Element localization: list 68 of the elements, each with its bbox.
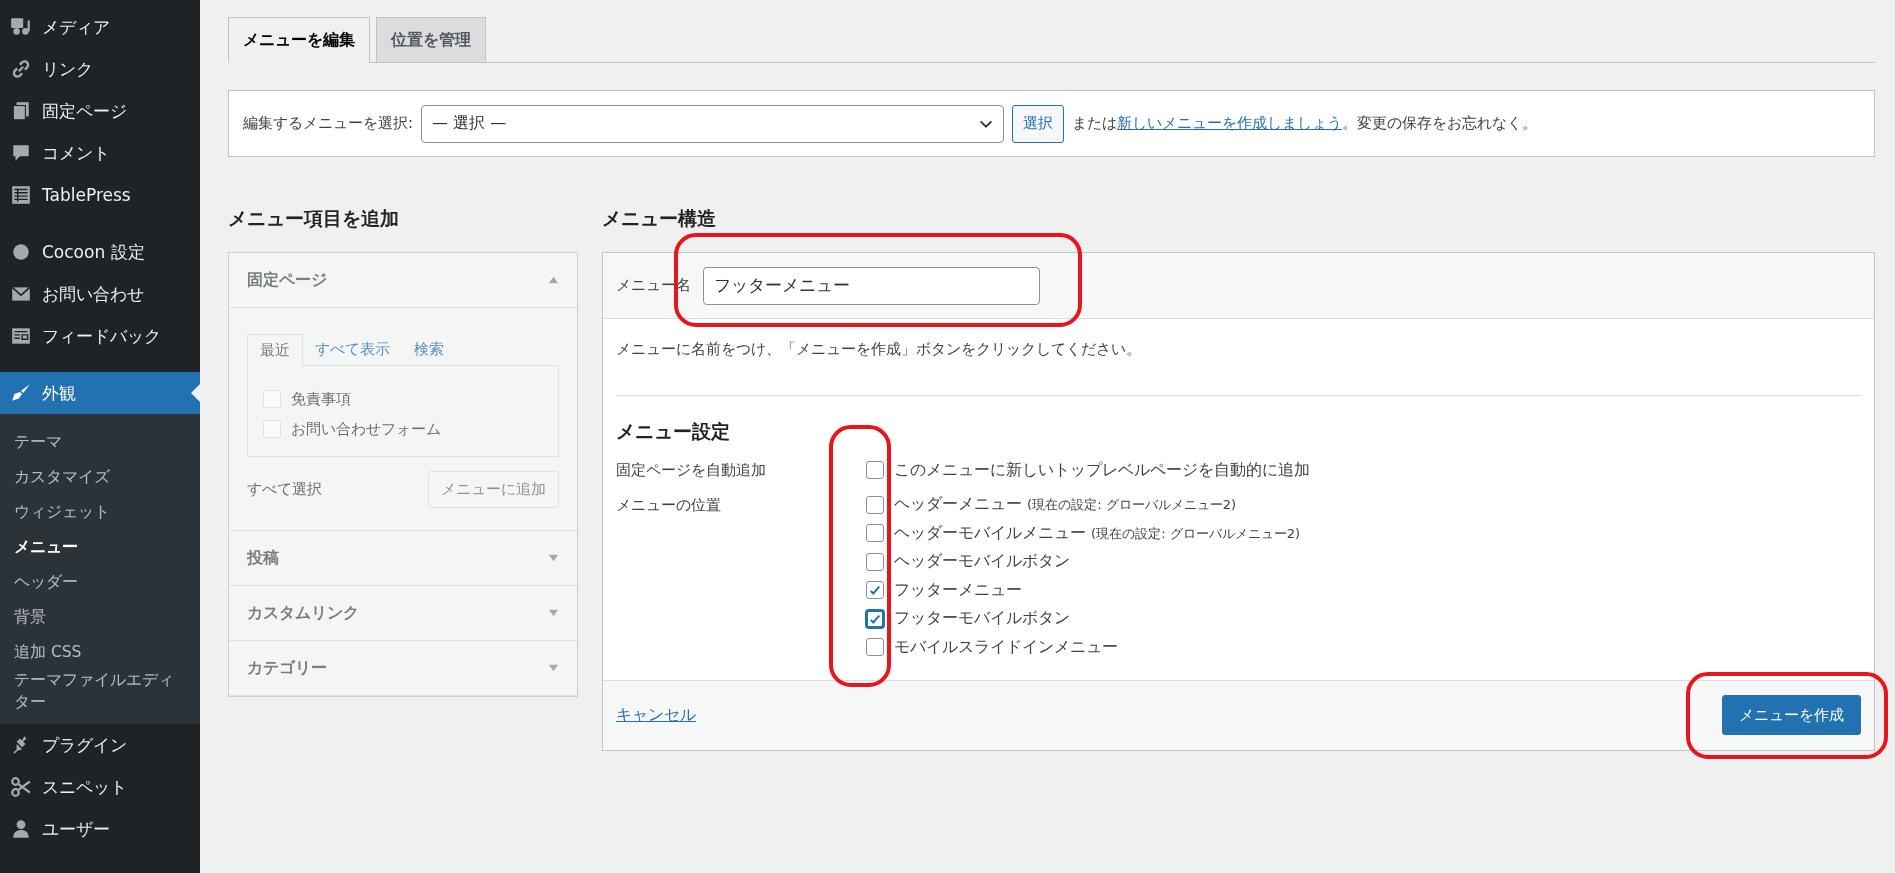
menu-name-field[interactable]: フッターメニュー [703,266,1040,305]
circle-icon [10,241,32,263]
submenu-item[interactable]: テーマファイルエディター [0,669,200,713]
sidebar-item[interactable]: コメント [0,132,200,174]
link-icon [10,58,32,80]
checkbox-label: ヘッダーモバイルボタン [894,551,1070,573]
triangle-down-icon [548,663,559,673]
section-heading: メニュー構造 [602,206,717,231]
settings-heading: メニュー設定 [616,419,731,444]
checkmark-icon [868,612,882,625]
submenu-item[interactable]: ヘッダー [0,564,200,599]
tab[interactable]: 位置を管理 [376,17,486,63]
checkbox-label: ヘッダーメニュー (現在の設定: グローバルメニュー2) [894,494,1237,516]
current-page-pointer [191,384,200,402]
submenu-item[interactable]: ウィジェット [0,494,200,529]
checkbox-label: フッターモバイルボタン [894,608,1070,630]
table-icon [10,184,32,206]
tab[interactable]: メニューを編集 [228,17,370,63]
create-menu-hint: または新しいメニューを作成しましょう。変更の保存をお忘れなく。 [1072,114,1538,133]
select-label: 編集するメニューを選択: [243,114,414,133]
triangle-up-icon [548,275,559,285]
sidebar-item[interactable]: プラグイン [0,724,200,766]
checkbox-label: このメニューに新しいトップレベルページを自動的に追加 [894,459,1310,481]
sidebar-item[interactable]: Cocoon 設定 [0,231,200,273]
pages-icon [10,100,32,122]
submenu-item[interactable]: カスタマイズ [0,459,200,494]
checkbox[interactable] [866,524,884,543]
cancel-link[interactable]: キャンセル [616,704,696,726]
triangle-down-icon [548,553,559,563]
create-menu-link[interactable]: 新しいメニューを作成しましょう [1117,114,1343,132]
checkbox[interactable] [866,495,884,514]
checkbox[interactable] [866,461,884,480]
form-icon [10,325,32,347]
user-icon [10,818,32,840]
sidebar-item[interactable]: 固定ページ [0,90,200,132]
checkbox-label: お問い合わせフォーム [291,419,441,439]
submenu-item[interactable]: 背景 [0,599,200,634]
media-icon [10,16,32,38]
menu-dropdown[interactable]: — 選択 — [421,104,1005,143]
section-heading: メニュー項目を追加 [228,206,400,231]
select-button[interactable]: 選択 [1012,104,1065,143]
sidebar-item[interactable]: ユーザー [0,808,200,850]
instruction-text: メニューに名前をつけ、「メニューを作成」ボタンをクリックしてください。 [616,340,1142,360]
scissors-icon [10,776,32,798]
checkbox[interactable] [866,638,884,657]
checkbox-label: モバイルスライドインメニュー [894,636,1118,658]
submenu-item[interactable]: テーマ [0,424,200,459]
sidebar-item[interactable]: フィードバック [0,315,200,357]
create-menu-button[interactable]: メニューを作成 [1722,695,1861,735]
checkbox[interactable] [866,581,884,600]
checkmark-icon [868,584,882,597]
sidebar-item[interactable]: スニペット [0,766,200,808]
sidebar-item[interactable]: 外観 [0,372,200,414]
checkbox-label: ヘッダーモバイルメニュー (現在の設定: グローバルメニュー2) [894,522,1301,544]
checkbox-label: 免責事項 [291,389,351,409]
sidebar-item[interactable]: お問い合わせ [0,273,200,315]
sidebar-item[interactable]: メディア [0,6,200,48]
setting-label: 固定ページを自動追加 [616,460,767,481]
submenu-item[interactable]: メニュー [0,529,200,564]
checkbox[interactable] [866,552,884,571]
sidebar-item[interactable]: TablePress [0,174,200,216]
triangle-down-icon [548,608,559,618]
sidebar-item[interactable]: リンク [0,48,200,90]
submenu-item[interactable]: 追加 CSS [0,634,200,669]
setting-label: メニューの位置 [616,494,722,516]
checkbox-label: フッターメニュー [894,579,1022,601]
paintbrush-icon [10,382,32,404]
checkbox[interactable] [866,609,884,628]
